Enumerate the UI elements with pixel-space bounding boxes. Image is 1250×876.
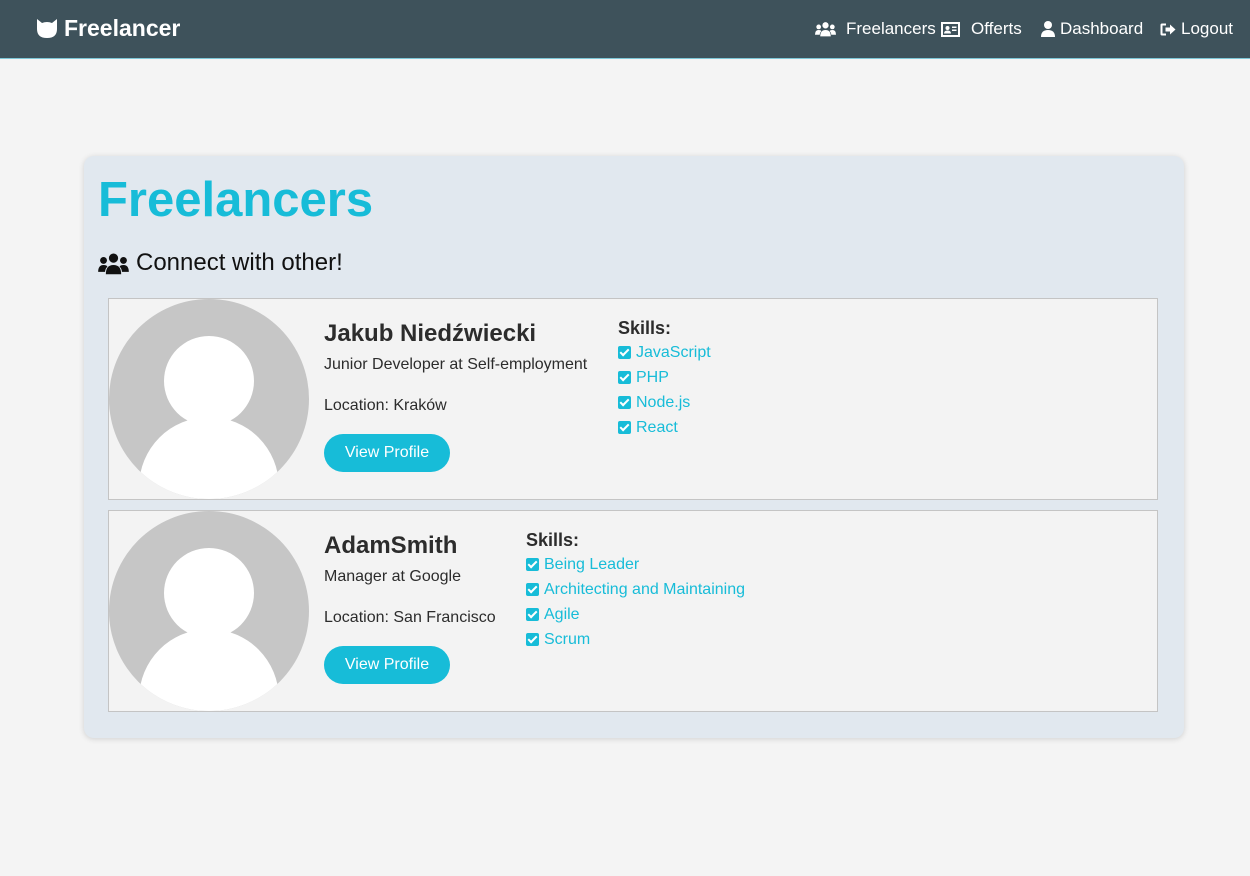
top-navbar: Freelancer Freelancers Offerts Dashboard <box>0 0 1250 59</box>
subtitle-text: Connect with other! <box>136 249 343 276</box>
brand-name: Freelancer <box>64 14 181 41</box>
freelancer-name: Jakub Niedźwiecki <box>324 320 537 347</box>
page-title: Freelancers <box>98 173 374 227</box>
check-square-icon <box>618 421 631 434</box>
skill-item: Being Leader <box>526 552 745 577</box>
skill-label: Being Leader <box>544 555 640 573</box>
freelancer-location: Location: Kraków <box>324 397 447 414</box>
avatar <box>109 511 309 711</box>
page-subtitle: Connect with other! <box>98 249 343 277</box>
cat-logo-icon <box>37 19 57 38</box>
skill-item: Node.js <box>618 390 711 415</box>
skill-label: Agile <box>544 605 580 623</box>
brand-link[interactable]: Freelancer <box>35 14 180 42</box>
skill-item: React <box>618 415 711 440</box>
skill-item: Scrum <box>526 627 745 652</box>
skill-label: Scrum <box>544 630 591 648</box>
nav-freelancers-label: Freelancers <box>846 19 936 38</box>
freelancer-card: Jakub Niedźwiecki Junior Developer at Se… <box>108 298 1158 500</box>
freelancer-location: Location: San Francisco <box>324 609 496 626</box>
nav-logout-label: Logout <box>1181 19 1233 38</box>
nav-dashboard[interactable]: Dashboard <box>1041 18 1143 40</box>
check-square-icon <box>618 371 631 384</box>
nav-dashboard-label: Dashboard <box>1060 19 1144 38</box>
freelancer-name: AdamSmith <box>324 532 458 559</box>
view-profile-button[interactable]: View Profile <box>324 646 450 684</box>
users-icon <box>815 22 836 37</box>
skill-item: Agile <box>526 602 745 627</box>
skill-item: PHP <box>618 365 711 390</box>
skills-title: Skills: <box>618 318 672 338</box>
skill-label: JavaScript <box>636 343 711 361</box>
sign-out-icon <box>1160 23 1176 35</box>
check-square-icon <box>526 633 539 646</box>
user-icon <box>1041 21 1055 37</box>
freelancer-position: Manager at Google <box>324 568 461 585</box>
freelancers-panel: Freelancers Connect with other! Jakub Ni… <box>84 156 1184 738</box>
users-icon <box>98 253 129 274</box>
skills-list: Skills: JavaScript PHP Node.js React <box>618 318 711 440</box>
nav-offerts-label: Offerts <box>971 19 1022 38</box>
skills-list: Skills: Being Leader Architecting and Ma… <box>526 530 745 652</box>
skill-label: Architecting and Maintaining <box>544 580 746 598</box>
nav-logout[interactable]: Logout <box>1160 18 1233 40</box>
check-square-icon <box>526 583 539 596</box>
skill-label: PHP <box>636 368 669 386</box>
skill-item: JavaScript <box>618 340 711 365</box>
skills-title: Skills: <box>526 530 580 550</box>
skill-label: React <box>636 418 678 436</box>
check-square-icon <box>526 608 539 621</box>
avatar <box>109 299 309 499</box>
skill-item: Architecting and Maintaining <box>526 577 745 602</box>
view-profile-button[interactable]: View Profile <box>324 434 450 472</box>
check-square-icon <box>618 346 631 359</box>
skill-label: Node.js <box>636 393 691 411</box>
nav-freelancers[interactable]: Freelancers <box>815 18 936 40</box>
check-square-icon <box>526 558 539 571</box>
nav-offerts[interactable]: Offerts <box>941 18 1022 40</box>
check-square-icon <box>618 396 631 409</box>
freelancer-position: Junior Developer at Self-employment <box>324 356 588 373</box>
freelancer-card: AdamSmith Manager at Google Location: Sa… <box>108 510 1158 712</box>
id-card-icon <box>941 21 960 37</box>
